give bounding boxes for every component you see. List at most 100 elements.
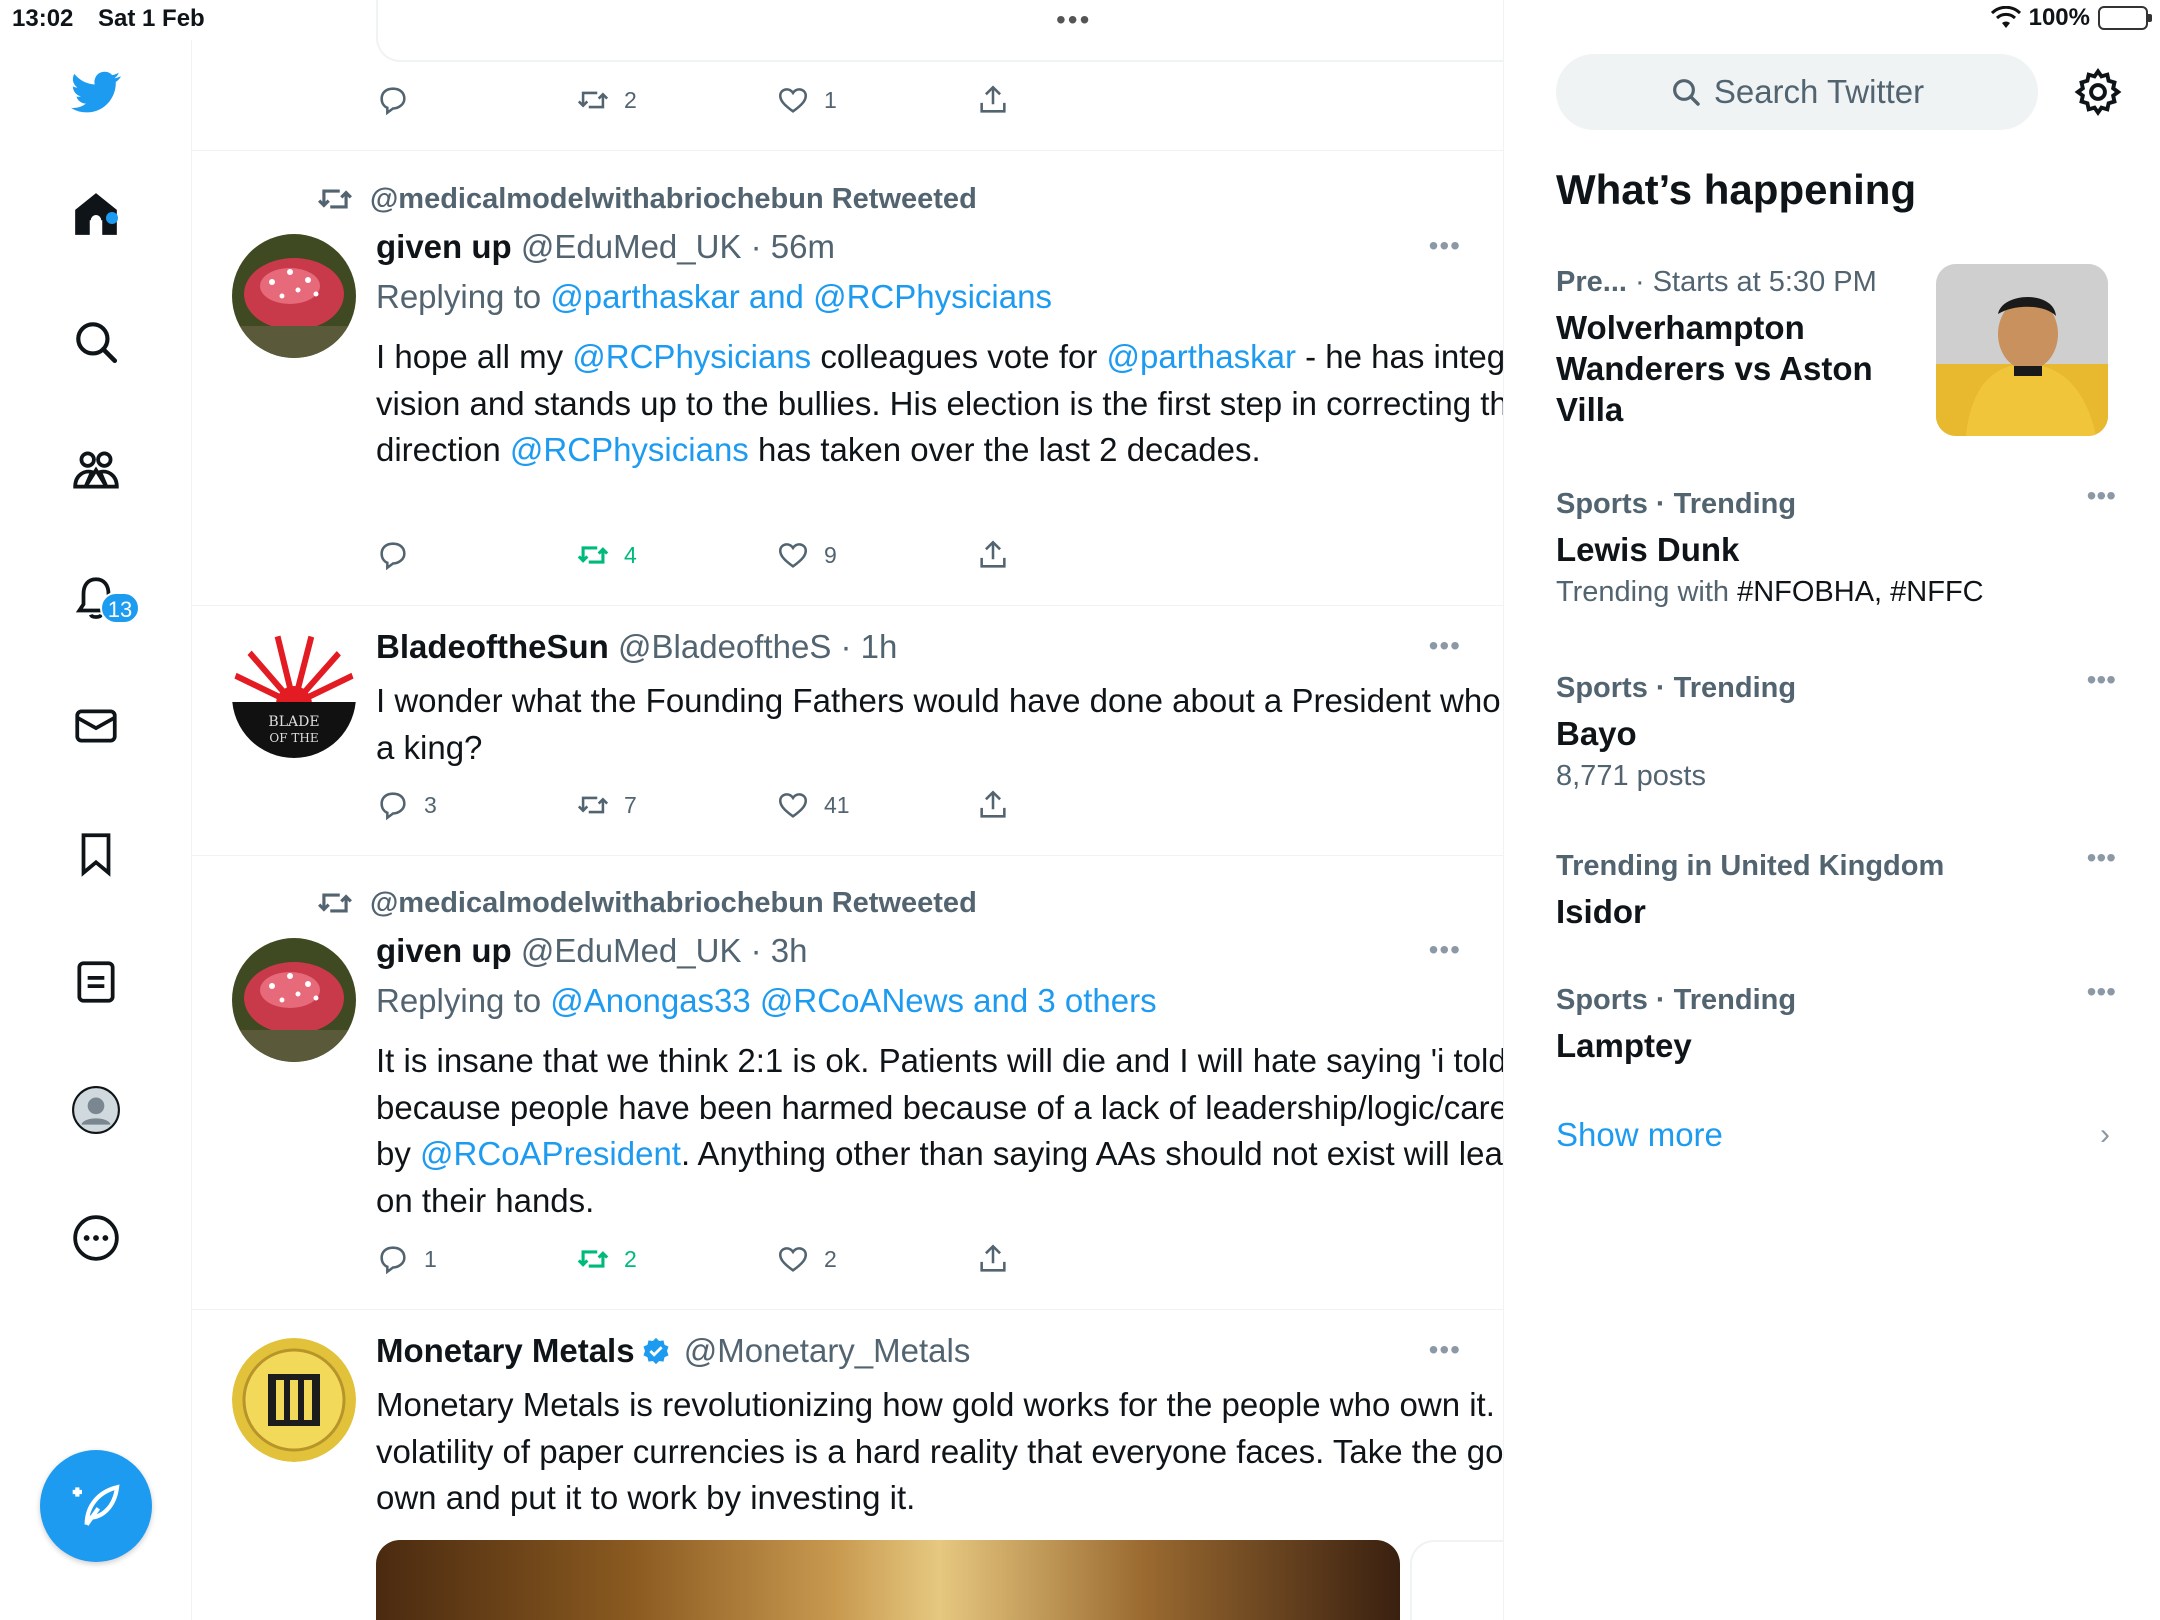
compose-button[interactable] [40, 1450, 152, 1562]
trend-item[interactable]: Sports · Trending ••• Lamptey [1556, 976, 2116, 1066]
search-icon[interactable] [64, 310, 128, 374]
display-name[interactable]: given up [376, 228, 512, 265]
like-button[interactable]: 1 [776, 83, 976, 117]
retweet-count: 4 [624, 541, 637, 568]
like-count: 41 [824, 791, 850, 818]
search-placeholder: Search Twitter [1713, 73, 1925, 110]
share-button[interactable] [976, 1242, 1176, 1276]
reply-button[interactable]: 1 [376, 1242, 576, 1276]
display-name[interactable]: given up [376, 932, 512, 969]
mention-link[interactable]: @RCPhysicians [572, 338, 811, 375]
trend-context: Sports · Trending [1556, 672, 1797, 704]
handle-time[interactable]: @EduMed_UK · 3h [521, 932, 808, 969]
reply-count: 3 [424, 791, 437, 818]
trend-item[interactable]: Trending in United Kingdom ••• Isidor [1556, 842, 2116, 932]
avatar[interactable] [232, 1338, 356, 1462]
trend-title: Bayo [1556, 715, 1637, 752]
communities-icon[interactable] [64, 438, 128, 502]
tweet-media-image[interactable] [376, 1540, 1400, 1620]
lists-icon[interactable] [64, 950, 128, 1014]
like-button[interactable]: 2 [776, 1242, 976, 1276]
heart-icon [778, 88, 808, 113]
trend-item[interactable]: Pre... · Starts at 5:30 PM Wolverhampton… [1556, 266, 1926, 430]
retweet-button[interactable]: 2 [576, 1242, 776, 1276]
tweet-actions: 1 2 2 [376, 1239, 1176, 1279]
tweet-media-image[interactable] [1410, 1540, 1503, 1620]
chevron-right-icon[interactable]: › [2100, 1118, 2110, 1152]
quoted-tweet-card[interactable] [376, 0, 1503, 62]
handle-time[interactable]: @EduMed_UK · 56m [521, 228, 835, 265]
display-name[interactable]: Monetary Metals [376, 1332, 635, 1369]
more-icon[interactable] [64, 1206, 128, 1270]
reply-icon [380, 87, 406, 116]
text-segment: has taken over the last 2 decades. [748, 431, 1261, 468]
reply-mentions[interactable]: @Anongas33 @RCoANews and 3 others [550, 982, 1156, 1019]
avatar[interactable] [232, 938, 356, 1062]
timeline: 2 1 @medicalmodelwithabriochebun Retweet… [192, 0, 1504, 1620]
trend-more-icon[interactable]: ••• [2087, 480, 2116, 512]
reply-mentions[interactable]: @parthaskar and @RCPhysicians [550, 278, 1052, 315]
status-date: Sat 1 Feb [98, 5, 205, 32]
retweet-button[interactable]: 2 [576, 83, 776, 117]
reply-prefix: Replying to [376, 278, 551, 315]
share-button[interactable] [976, 538, 1176, 572]
trend-more-icon[interactable]: ••• [2087, 664, 2116, 696]
share-button[interactable] [976, 788, 1176, 822]
display-name[interactable]: BladeoftheSun [376, 628, 609, 665]
reply-button[interactable]: 3 [376, 788, 576, 822]
show-more-link[interactable]: Show more [1556, 1116, 1723, 1154]
trend-title: Lewis Dunk [1556, 531, 1740, 568]
tweet-more-icon[interactable]: ••• [1429, 230, 1461, 262]
mail-icon[interactable] [64, 694, 128, 758]
like-button[interactable]: 41 [776, 788, 976, 822]
bookmark-icon[interactable] [64, 822, 128, 886]
home-icon[interactable] [64, 182, 128, 246]
reply-icon [380, 542, 406, 571]
trend-more-icon[interactable]: ••• [2087, 842, 2116, 874]
profile-icon[interactable] [64, 1078, 128, 1142]
tweet-actions: 3 7 41 [376, 785, 1176, 825]
avatar[interactable]: BLADE OF THE [232, 634, 356, 758]
share-icon [980, 540, 1006, 568]
like-button[interactable]: 9 [776, 538, 976, 572]
tweet-actions: 4 9 [376, 535, 1176, 575]
handle-time[interactable]: @BladeoftheS · 1h [618, 628, 897, 665]
heart-icon [778, 793, 808, 818]
search-input[interactable]: Search Twitter [1556, 54, 2038, 130]
trend-hashtags[interactable]: #NFOBHA, #NFFC [1737, 576, 1984, 608]
tweet-text: I wonder what the Founding Fathers would… [376, 682, 1504, 766]
twitter-logo-icon[interactable] [64, 60, 128, 124]
reply-icon [380, 792, 406, 821]
event-image[interactable] [1936, 264, 2108, 436]
handle-time[interactable]: @Monetary_Metals [684, 1332, 971, 1369]
like-count: 9 [824, 541, 837, 568]
tweet-header: given up @EduMed_UK · 56m [376, 228, 835, 266]
reply-button[interactable] [376, 538, 576, 572]
compose-icon [72, 1484, 120, 1526]
tweet-more-icon[interactable]: ••• [1429, 934, 1461, 966]
retweet-icon [318, 893, 352, 913]
replying-to: Replying to @Anongas33 @RCoANews and 3 o… [376, 982, 1157, 1020]
retweet-button[interactable]: 4 [576, 538, 776, 572]
mention-link[interactable]: @RCoAPresident [420, 1135, 681, 1172]
like-count: 2 [824, 1245, 837, 1272]
search-icon [1672, 79, 1700, 106]
tweet-more-icon[interactable]: ••• [1429, 630, 1461, 662]
heart-icon [778, 543, 808, 568]
trend-more-icon[interactable]: ••• [2087, 976, 2116, 1008]
tweet-more-icon[interactable]: ••• [1429, 1334, 1461, 1366]
reply-count: 1 [424, 1245, 437, 1272]
share-icon [980, 790, 1006, 818]
trend-time: · Starts at 5:30 PM [1626, 266, 1877, 298]
mention-link[interactable]: @parthaskar [1107, 338, 1296, 375]
trend-item[interactable]: Sports · Trending ••• Bayo 8,771 posts [1556, 664, 2116, 793]
share-button[interactable] [976, 83, 1176, 117]
trend-item[interactable]: Sports · Trending ••• Lewis Dunk Trendin… [1556, 480, 2116, 609]
avatar[interactable] [232, 234, 356, 358]
mention-link[interactable]: @RCPhysicians [510, 431, 749, 468]
reply-button[interactable] [376, 83, 576, 117]
retweet-count: 7 [624, 791, 637, 818]
gear-icon[interactable] [2072, 66, 2124, 118]
right-sidebar: Search Twitter What’s happening Pre... ·… [1504, 0, 2160, 1620]
retweet-button[interactable]: 7 [576, 788, 776, 822]
